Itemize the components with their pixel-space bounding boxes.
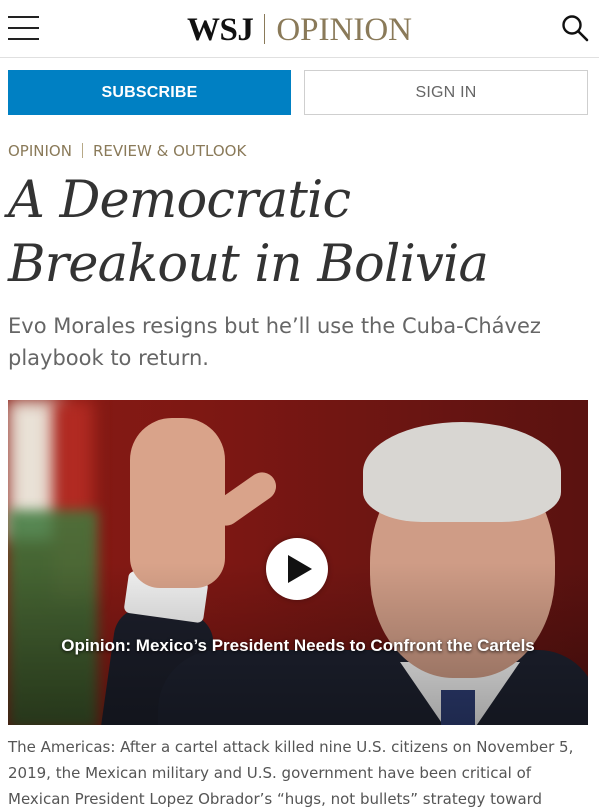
video-player[interactable]: Opinion: Mexico’s President Needs to Con… bbox=[8, 400, 588, 725]
video-description: The Americas: After a cartel attack kill… bbox=[8, 738, 574, 808]
logo-divider bbox=[264, 14, 266, 44]
article-headline: A Democratic Breakout in Bolivia bbox=[8, 171, 489, 294]
breadcrumb-review-outlook-link[interactable]: REVIEW & OUTLOOK bbox=[93, 142, 246, 160]
article-dek: Evo Morales resigns but he’ll use the Cu… bbox=[8, 314, 541, 370]
top-navigation-bar: WSJ OPINION bbox=[0, 0, 599, 58]
video-caption[interactable]: Opinion: Mexico’s President Needs to Con… bbox=[48, 632, 548, 659]
breadcrumb-opinion-link[interactable]: OPINION bbox=[8, 142, 72, 160]
play-icon[interactable] bbox=[266, 538, 328, 600]
subscribe-button[interactable]: SUBSCRIBE bbox=[8, 70, 291, 115]
logo-wsj: WSJ bbox=[186, 12, 254, 48]
logo-section: OPINION bbox=[276, 12, 413, 48]
search-icon[interactable] bbox=[561, 14, 589, 42]
sign-in-button[interactable]: SIGN IN bbox=[304, 70, 588, 115]
breadcrumb-divider bbox=[81, 143, 83, 158]
breadcrumb: OPINION REVIEW & OUTLOOK bbox=[8, 141, 246, 161]
wsj-opinion-logo[interactable]: WSJ OPINION bbox=[0, 10, 599, 50]
